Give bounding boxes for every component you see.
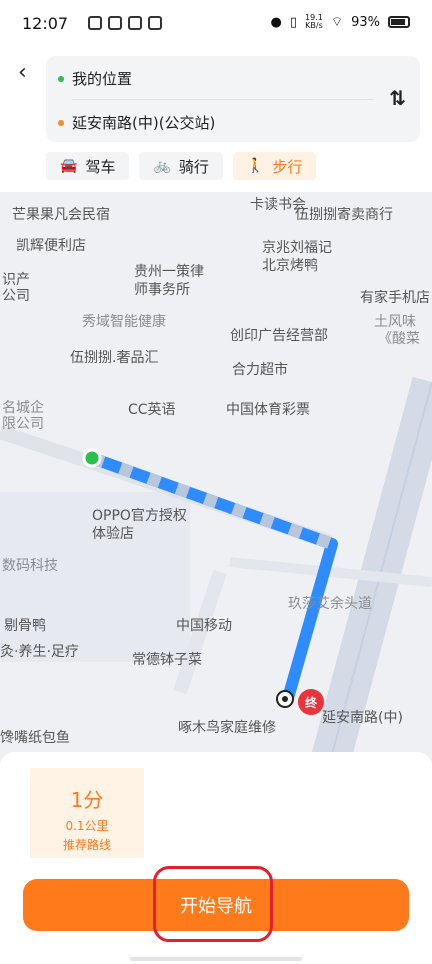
- end-location-label: 延安南路(中)(公交站): [72, 114, 216, 132]
- poi-label[interactable]: 伍捌捌寄卖商行: [295, 207, 393, 224]
- route-distance: 0.1公里: [65, 819, 109, 833]
- notification-icon: [88, 16, 102, 30]
- bike-icon: 🚲: [153, 158, 171, 174]
- map-canvas: [0, 192, 432, 762]
- poi-label[interactable]: 秀域智能健康: [82, 314, 166, 331]
- poi-label[interactable]: 芒果果凡会民宿: [12, 207, 110, 224]
- poi-label[interactable]: 凯辉便利店: [16, 238, 86, 255]
- poi-label[interactable]: 有家手机店: [360, 290, 430, 307]
- end-dot-icon: [58, 119, 64, 126]
- tab-walk-label: 步行: [272, 157, 303, 176]
- battery-percent: 93%: [351, 14, 380, 30]
- start-point: [82, 448, 102, 468]
- highlight-ring: [153, 866, 273, 942]
- start-dot-icon: [58, 75, 64, 82]
- swap-button[interactable]: ⇅: [389, 86, 406, 110]
- poi-label[interactable]: 中国移动: [176, 618, 232, 635]
- alipay-icon: [108, 16, 122, 30]
- tab-drive[interactable]: 🚘 驾车: [46, 152, 130, 180]
- wallet-icon: [128, 16, 142, 30]
- poi-label[interactable]: 贵州一策律: [134, 264, 204, 281]
- route-summary-card: 1分 0.1公里 推荐路线 开始导航: [0, 752, 432, 964]
- poi-label[interactable]: 师事务所: [134, 282, 190, 299]
- poi-label[interactable]: 体验店: [92, 526, 134, 543]
- route-divider: [72, 99, 374, 100]
- route-box: 我的位置 延安南路(中)(公交站) ⇅: [46, 56, 420, 142]
- tab-bike-label: 骑行: [178, 157, 209, 176]
- wifi-icon: ⌔: [330, 15, 344, 30]
- route-header: ‹ 我的位置 延安南路(中)(公交站) ⇅ 🚘 驾车 🚲 骑行 🚶 步行: [0, 50, 432, 192]
- poi-label[interactable]: 剔骨鸭: [4, 618, 46, 635]
- route-option[interactable]: 1分 0.1公里 推荐路线: [30, 768, 144, 858]
- back-button[interactable]: ‹: [18, 62, 40, 84]
- poi-label[interactable]: 公司: [2, 288, 30, 305]
- poi-label[interactable]: 延安南路(中): [322, 710, 403, 727]
- tab-walk[interactable]: 🚶 步行: [232, 152, 317, 180]
- poi-label[interactable]: CC英语: [128, 402, 176, 419]
- car-icon: 🚘: [60, 158, 78, 174]
- poi-label[interactable]: 伍捌捌.奢品汇: [70, 350, 158, 367]
- route-label: 推荐路线: [62, 838, 111, 852]
- poi-label[interactable]: 常德钵子菜: [132, 652, 202, 669]
- poi-label[interactable]: OPPO官方授权: [92, 508, 187, 525]
- poi-label[interactable]: 数码科技: [2, 558, 58, 575]
- poi-label[interactable]: 名城企: [2, 400, 44, 417]
- poi-label[interactable]: 土风味: [374, 314, 416, 331]
- end-marker-icon[interactable]: 终: [298, 689, 324, 715]
- tab-drive-label: 驾车: [85, 157, 116, 176]
- poi-label[interactable]: 玖莎艾余头道: [288, 596, 372, 613]
- status-bar: 12:07 ● ▯ 19.1 KB/s ⌔ 93%: [0, 0, 432, 50]
- status-time: 12:07: [22, 14, 69, 33]
- poi-label[interactable]: 啄木鸟家庭维修: [178, 720, 276, 737]
- poi-label[interactable]: 北京烤鸭: [262, 258, 318, 275]
- poi-label[interactable]: 限公司: [2, 416, 44, 433]
- location-icon: ●: [270, 14, 282, 30]
- tab-bike[interactable]: 🚲 骑行: [139, 152, 223, 180]
- start-location[interactable]: 我的位置: [58, 68, 132, 89]
- poi-label[interactable]: 合力超市: [232, 362, 288, 379]
- vibrate-icon: ▯: [289, 14, 298, 30]
- poi-label[interactable]: 灸·养生·足疗: [0, 644, 79, 661]
- status-app-icons: [88, 16, 162, 30]
- app-icon: [148, 16, 162, 30]
- poi-label[interactable]: 馋嘴纸包鱼: [0, 730, 70, 747]
- status-right: ● ▯ 19.1 KB/s ⌔ 93%: [271, 14, 410, 30]
- battery-icon: [388, 16, 410, 28]
- mode-tabs: 🚘 驾车 🚲 骑行 🚶 步行: [46, 152, 317, 180]
- net-speed: 19.1 KB/s: [305, 13, 323, 30]
- poi-label[interactable]: 京兆刘福记: [262, 240, 332, 257]
- poi-label[interactable]: 中国体育彩票: [226, 402, 310, 419]
- poi-label[interactable]: 创印广告经营部: [230, 328, 328, 345]
- poi-label[interactable]: 识产: [2, 272, 30, 289]
- map-view[interactable]: 芒果果凡会民宿 卡读书会 伍捌捌寄卖商行 凯辉便利店 京兆刘福记 北京烤鸭 贵州…: [0, 192, 432, 762]
- route-time: 1分: [70, 788, 104, 812]
- home-indicator[interactable]: [130, 957, 302, 961]
- end-location[interactable]: 延安南路(中)(公交站): [58, 112, 215, 133]
- poi-label[interactable]: 《酸菜: [378, 331, 420, 348]
- walk-icon: 🚶: [246, 158, 265, 174]
- start-location-label: 我的位置: [72, 70, 133, 88]
